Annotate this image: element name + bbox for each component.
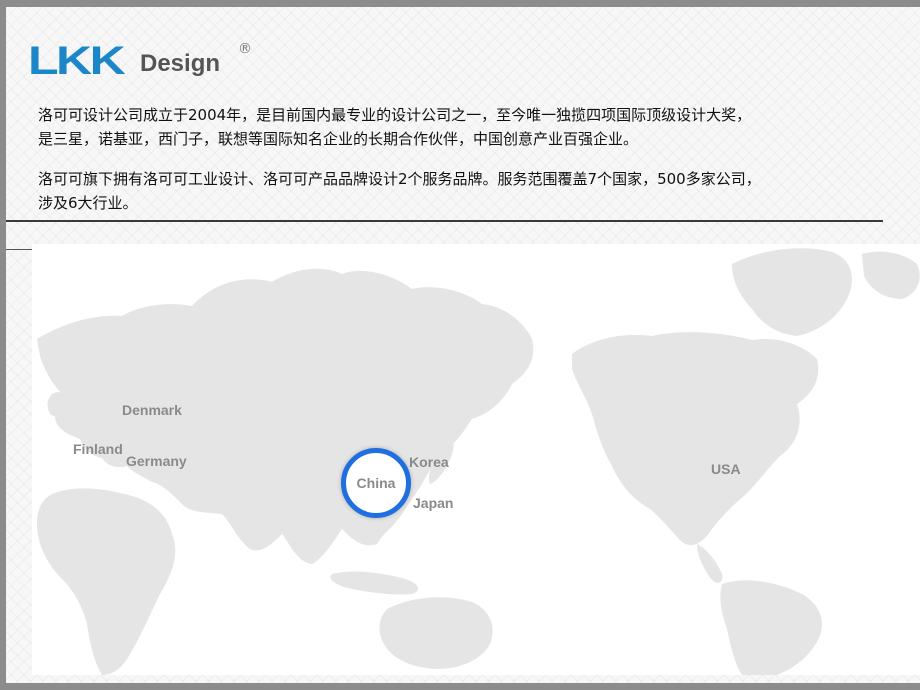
company-intro: 洛可可设计公司成立于2004年，是目前国内最专业的设计公司之一，至今唯一独揽四项… xyxy=(38,103,898,231)
intro-p2-line1: 洛可可旗下拥有洛可可工业设计、洛可可产品品牌设计2个服务品牌。服务范围覆盖7个国… xyxy=(38,170,761,188)
label-china: China xyxy=(356,475,396,491)
south-america-landmass xyxy=(720,580,822,675)
greenland-landmass xyxy=(732,248,852,336)
australia-landmass xyxy=(379,597,493,669)
central-america-landmass xyxy=(697,544,723,583)
arctic-islands-landmass xyxy=(862,251,920,299)
label-usa: USA xyxy=(711,461,741,477)
label-finland: Finland xyxy=(73,441,123,457)
label-korea: Korea xyxy=(409,454,449,470)
logo-wordmark: Design xyxy=(140,50,221,77)
world-map: Denmark Finland Germany China Korea Japa… xyxy=(32,244,920,675)
logo-brand: LKK xyxy=(28,39,126,83)
label-denmark: Denmark xyxy=(122,402,182,418)
label-germany: Germany xyxy=(126,453,187,469)
registered-mark: ® xyxy=(238,41,252,57)
divider-top xyxy=(6,220,883,222)
indonesia-landmass xyxy=(330,571,419,595)
intro-paragraph-2: 洛可可旗下拥有洛可可工业设计、洛可可产品品牌设计2个服务品牌。服务范围覆盖7个国… xyxy=(38,167,898,215)
intro-p1-line1: 洛可可设计公司成立于2004年，是目前国内最专业的设计公司之一，至今唯一独揽四项… xyxy=(38,106,752,124)
slide: LKK Design ® 洛可可设计公司成立于2004年，是目前国内最专业的设计… xyxy=(6,7,920,683)
africa-landmass xyxy=(37,488,176,675)
north-america-landmass xyxy=(572,332,819,546)
intro-p2-line2: 涉及6大行业。 xyxy=(38,194,138,212)
label-japan: Japan xyxy=(413,495,454,511)
intro-paragraph-1: 洛可可设计公司成立于2004年，是目前国内最专业的设计公司之一，至今唯一独揽四项… xyxy=(38,103,898,151)
intro-p1-line2: 是三星，诺基亚，西门子，联想等国际知名企业的长期合作伙伴，中国创意产业百强企业。 xyxy=(38,130,639,148)
